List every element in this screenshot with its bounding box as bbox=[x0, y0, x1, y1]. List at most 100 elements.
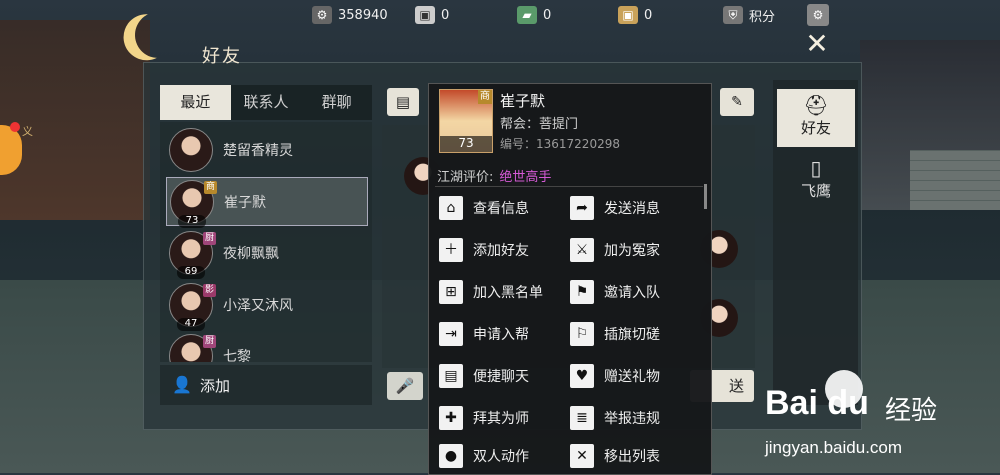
edit-button[interactable]: ✎ bbox=[720, 88, 754, 116]
action-label: 赠送礼物 bbox=[604, 369, 660, 385]
resource-gift[interactable]: ▣ 0 bbox=[415, 4, 449, 26]
action-apprentice[interactable]: ✚ 拜其为师 bbox=[439, 404, 529, 432]
gift-icon: ♥ bbox=[570, 364, 594, 388]
action-add-friend[interactable]: ＋ 添加好友 bbox=[439, 236, 529, 264]
action-blacklist[interactable]: ⊞ 加入黑名单 bbox=[439, 278, 543, 306]
tab-recent[interactable]: 最近 bbox=[160, 85, 231, 120]
duel-flag-icon: ⚐ bbox=[570, 322, 594, 346]
voice-button[interactable]: 🎤 bbox=[387, 372, 423, 400]
player-popup: 商 73 崔子默 帮会：菩提门 编号：13617220298 江湖评价: 绝世高手… bbox=[428, 83, 712, 475]
role-badge: 厨 bbox=[203, 231, 216, 245]
add-friend-button[interactable]: 👤 添加 bbox=[160, 365, 372, 405]
resource-bar: ⚙ 358940 ▣ 0 ▰ 0 ▣ 0 ⛨ 积分 ⚙ bbox=[300, 0, 840, 30]
player-id: 编号：13617220298 bbox=[500, 137, 620, 151]
action-gift[interactable]: ♥ 赠送礼物 bbox=[570, 362, 660, 390]
side-tab-friends[interactable]: ⛑ 好友 bbox=[777, 89, 855, 147]
side-tab-eagle[interactable]: ▯ 飞鹰 bbox=[777, 152, 855, 210]
friend-list[interactable]: 楚留香精灵 商 73 崔子默 厨 69 夜柳飘飘 影 47 小泽又沐风 厨 七黎 bbox=[160, 122, 372, 362]
resource-ticket-value: 0 bbox=[543, 7, 552, 23]
settings-button[interactable]: ⚙ bbox=[807, 4, 835, 26]
avatar: 影 47 bbox=[169, 282, 216, 331]
invite-team-icon: ⚑ bbox=[570, 280, 594, 304]
resource-points[interactable]: ⛨ 积分 bbox=[723, 4, 775, 26]
level-badge: 73 bbox=[440, 136, 492, 152]
list-item[interactable]: 楚留香精灵 bbox=[166, 126, 366, 173]
action-label: 发送消息 bbox=[604, 201, 660, 217]
action-label: 便捷聊天 bbox=[473, 369, 529, 385]
gear-coin-icon: ⚙ bbox=[312, 6, 332, 24]
action-remove-list[interactable]: ✕ 移出列表 bbox=[570, 444, 660, 468]
player-evaluation: 江湖评价: 绝世高手 bbox=[437, 166, 551, 185]
view-info-icon: ⌂ bbox=[439, 196, 463, 220]
action-label: 拜其为师 bbox=[473, 411, 529, 427]
settings-gear-icon: ⚙ bbox=[807, 4, 829, 26]
action-label: 举报违规 bbox=[604, 411, 660, 427]
friend-name: 七黎 bbox=[223, 348, 251, 363]
list-item[interactable]: 商 73 崔子默 bbox=[166, 177, 368, 228]
action-label: 移出列表 bbox=[604, 449, 660, 465]
action-view-info[interactable]: ⌂ 查看信息 bbox=[439, 194, 529, 222]
avatar bbox=[169, 127, 213, 172]
level-badge: 73 bbox=[178, 214, 206, 228]
moon-icon bbox=[129, 6, 188, 65]
action-label: 申请入帮 bbox=[473, 327, 529, 343]
gold-box-icon: ▣ bbox=[618, 6, 638, 24]
action-report[interactable]: ≣ 举报违规 bbox=[570, 404, 660, 432]
scrollbar[interactable] bbox=[704, 184, 707, 209]
side-tab-label: 好友 bbox=[800, 119, 831, 137]
level-badge: 69 bbox=[177, 265, 205, 279]
microphone-icon: 🎤 bbox=[395, 377, 415, 395]
tab-groups[interactable]: 群聊 bbox=[301, 85, 372, 120]
gift-box-icon: ▣ bbox=[415, 6, 435, 24]
player-name: 崔子默 bbox=[500, 92, 546, 110]
role-badge: 商 bbox=[204, 180, 217, 194]
chat-bubble-icon: ▤ bbox=[395, 93, 411, 111]
action-join-guild[interactable]: ⇥ 申请入帮 bbox=[439, 320, 529, 348]
chat-bubble-button[interactable]: ▤ bbox=[387, 88, 419, 116]
action-duel-flag[interactable]: ⚐ 插旗切磋 bbox=[570, 320, 660, 348]
panel-header: 好友 bbox=[125, 10, 285, 70]
action-label: 双人动作 bbox=[473, 449, 529, 465]
action-label: 添加好友 bbox=[473, 243, 529, 259]
resource-box-value: 0 bbox=[644, 7, 653, 23]
left-side-text: 义 bbox=[22, 125, 33, 138]
eraser-icon: ✎ bbox=[731, 94, 743, 110]
side-tab-label: 飞鹰 bbox=[800, 182, 831, 200]
add-enemy-icon: ⚔ bbox=[570, 238, 594, 262]
apprentice-icon: ✚ bbox=[439, 406, 463, 430]
action-invite-team[interactable]: ⚑ 邀请入队 bbox=[570, 278, 660, 306]
list-item[interactable]: 厨 69 夜柳飘飘 bbox=[166, 229, 366, 279]
friend-tabs: 最近 联系人 群聊 bbox=[160, 85, 372, 120]
double-action-icon: ● bbox=[439, 444, 463, 468]
friend-name: 小泽又沐风 bbox=[223, 297, 293, 314]
watermark-brand: Bai du bbox=[765, 384, 869, 422]
friend-name: 楚留香精灵 bbox=[223, 142, 293, 159]
action-add-enemy[interactable]: ⚔ 加为冤家 bbox=[570, 236, 660, 264]
join-guild-icon: ⇥ bbox=[439, 322, 463, 346]
resource-ticket[interactable]: ▰ 0 bbox=[517, 4, 551, 26]
list-item[interactable]: 影 47 小泽又沐风 bbox=[166, 281, 366, 331]
background-wall bbox=[910, 150, 1000, 210]
add-user-icon: 👤 bbox=[172, 375, 192, 394]
action-send-message[interactable]: ➦ 发送消息 bbox=[570, 194, 660, 222]
scroll-letter-icon: ▯ bbox=[810, 156, 822, 180]
add-friend-icon: ＋ bbox=[439, 238, 463, 262]
report-icon: ≣ bbox=[570, 406, 594, 430]
level-badge: 47 bbox=[177, 317, 205, 331]
action-double-action[interactable]: ● 双人动作 bbox=[439, 444, 529, 468]
side-tabs: ⛑ 好友 ▯ 飞鹰 bbox=[773, 80, 858, 405]
action-quick-chat[interactable]: ▤ 便捷聊天 bbox=[439, 362, 529, 390]
friend-name: 崔子默 bbox=[224, 194, 266, 211]
resource-coins[interactable]: ⚙ 358940 bbox=[312, 4, 388, 26]
role-badge: 厨 bbox=[203, 334, 216, 348]
close-button[interactable]: ✕ bbox=[798, 28, 836, 60]
friend-name: 夜柳飘飘 bbox=[223, 245, 279, 262]
baidu-watermark: Bai du 经验 jingyan.baidu.com bbox=[765, 370, 995, 470]
tab-contacts[interactable]: 联系人 bbox=[231, 85, 302, 120]
list-item[interactable]: 厨 七黎 bbox=[166, 332, 366, 362]
role-badge: 影 bbox=[203, 283, 216, 297]
action-label: 邀请入队 bbox=[604, 285, 660, 301]
action-label: 查看信息 bbox=[473, 201, 529, 217]
resource-box[interactable]: ▣ 0 bbox=[618, 4, 652, 26]
watermark-url: jingyan.baidu.com bbox=[765, 438, 903, 457]
